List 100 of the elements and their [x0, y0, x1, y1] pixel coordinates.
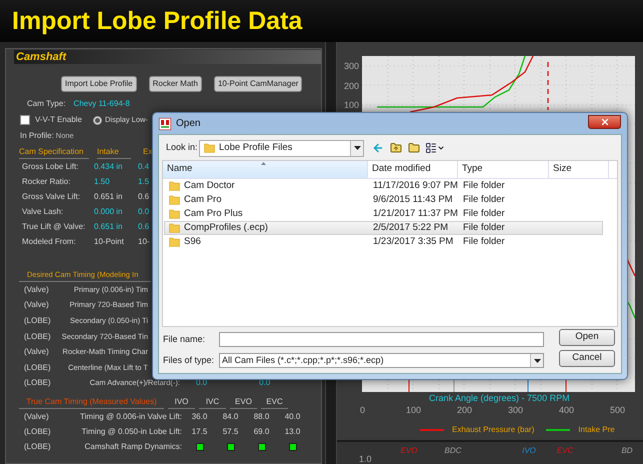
column-header[interactable]: Size: [549, 161, 609, 178]
panel-button[interactable]: Import Lobe Profile: [61, 76, 137, 92]
column-header: IVC: [199, 396, 226, 410]
timing-marker-label: IVO: [522, 444, 536, 456]
dialog-button[interactable]: Cancel: [559, 350, 615, 367]
look-in-dropdown[interactable]: Lobe Profile Files: [199, 140, 364, 156]
file-type: File folder: [462, 220, 506, 235]
basis-label: (Valve): [24, 346, 50, 358]
back-arrow-icon[interactable]: [372, 142, 384, 154]
axis-title: Crank Angle (degrees) - 7500 RPM: [429, 393, 570, 403]
column-header: Ex: [143, 146, 152, 158]
exhaust-value[interactable]: 0.6: [138, 220, 150, 232]
column-header[interactable]: Type: [458, 161, 549, 178]
cam-type-value: Chevy 11-694-8: [74, 98, 130, 110]
file-type: File folder: [462, 234, 506, 249]
file-date: 1/23/2017 3:35 PM: [372, 234, 454, 249]
axis-tick-label: 300: [508, 404, 524, 417]
file-type: File folder: [462, 178, 506, 193]
radio-button[interactable]: [93, 116, 102, 124]
timing-marker-label: BD: [621, 444, 633, 456]
basis-label: (LOBE): [24, 426, 52, 438]
timing-value: 40.0: [284, 410, 302, 423]
file-row[interactable]: Cam Doctor 11/17/2016 9:07 PM File folder: [164, 179, 603, 193]
timing-value: 36.0: [190, 410, 208, 423]
intake-value[interactable]: 0.000 in: [94, 206, 138, 218]
file-name: Cam Pro Plus: [184, 206, 243, 221]
file-date: 1/21/2017 11:37 PM: [372, 206, 459, 221]
intake-value: 0.651 in: [94, 190, 124, 202]
legend-label: Intake Pre: [578, 424, 615, 436]
file-row[interactable]: Cam Pro Plus 1/21/2017 11:37 PM File folder: [164, 207, 603, 221]
view-menu-icon[interactable]: [425, 142, 445, 154]
spec-label: Modeled From:: [22, 236, 77, 248]
timing-marker-label: EVO: [400, 444, 418, 456]
column-header: Intake: [97, 146, 131, 159]
basis-label: (Valve): [24, 410, 50, 423]
timing-value: 57.5: [222, 426, 240, 438]
field-label: Files of type:: [163, 354, 216, 367]
app-icon: [159, 118, 171, 130]
exhaust-value[interactable]: 0.4: [138, 160, 150, 172]
intake-value[interactable]: 1.50: [94, 176, 138, 188]
file-type-dropdown[interactable]: All Cam Files (*.c*;*.cpp;*.p*;*.s96;*.ecp): [219, 353, 544, 368]
axis-tick-label: 400: [558, 404, 574, 417]
intake-value[interactable]: 0.434 in: [94, 160, 138, 172]
axis-tick-label: 100: [344, 99, 359, 112]
spec-label: True Lift @ Valve:: [22, 220, 86, 232]
field-label: Look in:: [166, 141, 199, 154]
field-label: File name:: [163, 332, 206, 346]
intake-value: 10-Point: [94, 236, 125, 248]
folder-icon: [169, 223, 180, 233]
spec-label: Gross Valve Lift:: [22, 190, 82, 202]
dialog-button[interactable]: Open: [559, 329, 615, 346]
basis-label: (Valve): [24, 299, 50, 312]
column-header[interactable]: Name: [163, 161, 368, 178]
column-header[interactable]: Date modified: [368, 161, 458, 178]
spec-label: Gross Lobe Lift:: [22, 160, 80, 172]
close-button[interactable]: [588, 114, 621, 128]
timing-value: 88.0: [252, 410, 270, 423]
axis-tick-label: 500: [610, 404, 626, 417]
file-name: S96: [184, 234, 201, 249]
intake-value[interactable]: 0.651 in: [94, 220, 138, 232]
folder-up-icon[interactable]: [390, 142, 402, 154]
folder-icon: [169, 237, 180, 247]
spec-label: Valve Lash:: [22, 206, 64, 218]
close-icon: [600, 116, 610, 126]
panel-button[interactable]: Rocker Math: [148, 76, 202, 92]
file-row[interactable]: S96 1/23/2017 3:35 PM File folder: [164, 235, 603, 249]
timing-value: 13.0: [284, 426, 302, 438]
axis-tick-label: 100: [406, 404, 422, 417]
exhaust-value[interactable]: 1.5: [138, 176, 150, 188]
file-name: Cam Pro: [184, 192, 222, 207]
timing-marker-label: EVC: [556, 444, 574, 456]
axis-tick-label: 200: [456, 404, 472, 417]
column-header: IVO: [168, 396, 195, 410]
timing-value: 69.0: [252, 426, 270, 438]
basis-label: (LOBE): [24, 314, 52, 327]
file-row[interactable]: Cam Pro 9/6/2015 11:43 PM File folder: [164, 193, 603, 207]
file-row[interactable]: CompProfiles (.ecp) 2/5/2017 5:22 PM File folder: [164, 221, 603, 235]
column-header: Cam Specification: [19, 146, 89, 159]
exhaust-value[interactable]: 0.0: [138, 206, 150, 218]
checkbox[interactable]: [20, 115, 30, 125]
basis-label: (LOBE): [24, 377, 52, 390]
axis-tick-label: 200: [344, 80, 359, 92]
axis-tick-label: 1.0: [359, 452, 372, 464]
timing-label: Timing @ 0.050-in Lobe Lift:: [80, 426, 182, 438]
field-label: Cam Type:: [27, 98, 66, 110]
column-header: EVO: [230, 396, 257, 410]
dialog-title: Open: [176, 117, 200, 131]
spec-label: Rocker Ratio:: [22, 176, 72, 188]
file-name: Cam Doctor: [184, 178, 235, 193]
legend-label: Exhaust Pressure (bar): [452, 424, 534, 436]
file-name: CompProfiles (.ecp): [184, 220, 268, 235]
file-date: 11/17/2016 9:07 PM: [372, 178, 459, 193]
file-name-input[interactable]: [219, 332, 544, 347]
basis-label: (LOBE): [24, 440, 52, 453]
folder-icon: [204, 143, 215, 153]
axis-tick-label: 300: [344, 60, 359, 73]
folder-icon: [169, 195, 180, 205]
file-type: File folder: [462, 206, 506, 221]
panel-button[interactable]: 10-Point CamManager: [214, 76, 302, 92]
exhaust-value: 0.6: [138, 190, 150, 202]
